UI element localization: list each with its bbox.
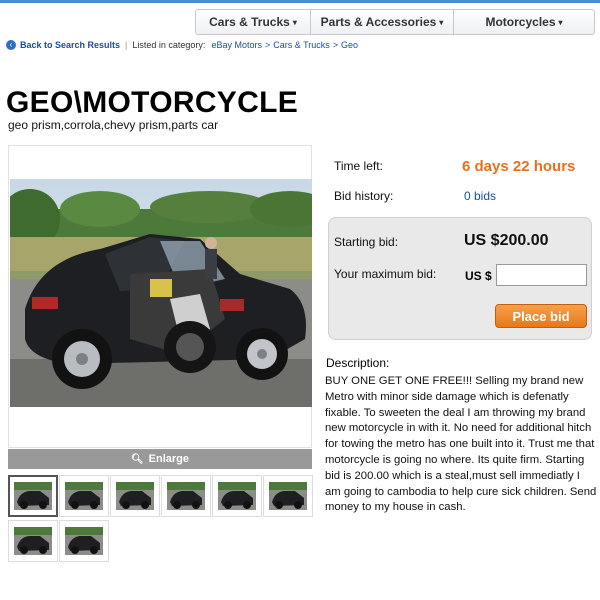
place-bid-button[interactable]: Place bid — [495, 304, 587, 328]
back-arrow-icon[interactable]: ‹ — [6, 40, 16, 50]
main-photo-frame — [8, 145, 312, 448]
crashed-car-photo — [10, 179, 312, 407]
breadcrumb-divider: | — [125, 40, 128, 50]
max-bid-label: Your maximum bid: — [334, 267, 437, 281]
top-navigation: Cars & Trucks ▾ Parts & Accessories ▾ Mo… — [0, 0, 600, 35]
thumbnail[interactable] — [59, 475, 109, 517]
thumbnail-image — [116, 482, 154, 510]
thumbnail[interactable] — [263, 475, 313, 517]
nav-parts-accessories-label: Parts & Accessories — [320, 15, 437, 29]
thumbnail-image — [65, 482, 103, 510]
enlarge-button[interactable]: 🔍︎ Enlarge — [8, 449, 312, 469]
thumbnail[interactable] — [8, 475, 58, 517]
breadcrumb-geo[interactable]: Geo — [341, 40, 358, 50]
breadcrumb: ‹ Back to Search Results | Listed in cat… — [6, 40, 358, 50]
bid-history-label: Bid history: — [334, 189, 394, 203]
thumbnail-image — [218, 482, 256, 510]
thumbnail[interactable] — [110, 475, 160, 517]
breadcrumb-cars-trucks[interactable]: Cars & Trucks — [273, 40, 330, 50]
nav-cars-trucks-label: Cars & Trucks — [209, 15, 290, 29]
description-text: BUY ONE GET ONE FREE!!! Selling my brand… — [325, 375, 597, 514]
nav-cars-trucks[interactable]: Cars & Trucks ▾ — [196, 10, 311, 34]
breadcrumb-separator: > — [332, 40, 339, 50]
starting-bid-value: US $200.00 — [464, 232, 549, 249]
max-bid-input[interactable] — [496, 264, 587, 286]
breadcrumb-separator: > — [264, 40, 271, 50]
thumbnail-image — [14, 482, 52, 510]
main-photo[interactable] — [10, 179, 312, 407]
nav-motorcycles-label: Motorcycles — [485, 15, 556, 29]
thumbnail[interactable] — [8, 520, 58, 562]
back-to-search-link[interactable]: Back to Search Results — [20, 40, 120, 50]
thumbnail[interactable] — [212, 475, 262, 517]
bid-history-link[interactable]: 0 bids — [464, 189, 496, 203]
thumbnail[interactable] — [161, 475, 211, 517]
max-bid-currency: US $ — [465, 269, 492, 283]
starting-bid-label: Starting bid: — [334, 235, 399, 249]
item-subtitle: geo prism,corrola,chevy prism,parts car — [8, 118, 219, 132]
page-title: GEO\MOTORCYCLE — [6, 86, 298, 119]
chevron-down-icon: ▾ — [439, 17, 444, 27]
nav-motorcycles[interactable]: Motorcycles ▾ — [454, 10, 594, 34]
chevron-down-icon: ▾ — [292, 17, 297, 27]
thumbnail[interactable] — [59, 520, 109, 562]
time-left-value: 6 days 22 hours — [462, 158, 576, 175]
thumbnail-image — [167, 482, 205, 510]
category-menu-bar: Cars & Trucks ▾ Parts & Accessories ▾ Mo… — [195, 9, 595, 35]
listed-in-label: Listed in category: — [132, 40, 206, 50]
thumbnail-strip — [8, 475, 318, 562]
chevron-down-icon: ▾ — [558, 17, 563, 27]
thumbnail-image — [14, 527, 52, 555]
description-label: Description: — [326, 356, 390, 370]
thumbnail-image — [65, 527, 103, 555]
thumbnail-image — [269, 482, 307, 510]
breadcrumb-ebay-motors[interactable]: eBay Motors — [211, 40, 262, 50]
nav-parts-accessories[interactable]: Parts & Accessories ▾ — [311, 10, 454, 34]
time-left-label: Time left: — [334, 159, 383, 173]
enlarge-label: Enlarge — [148, 453, 190, 465]
magnifier-icon: 🔍︎ — [130, 453, 144, 465]
